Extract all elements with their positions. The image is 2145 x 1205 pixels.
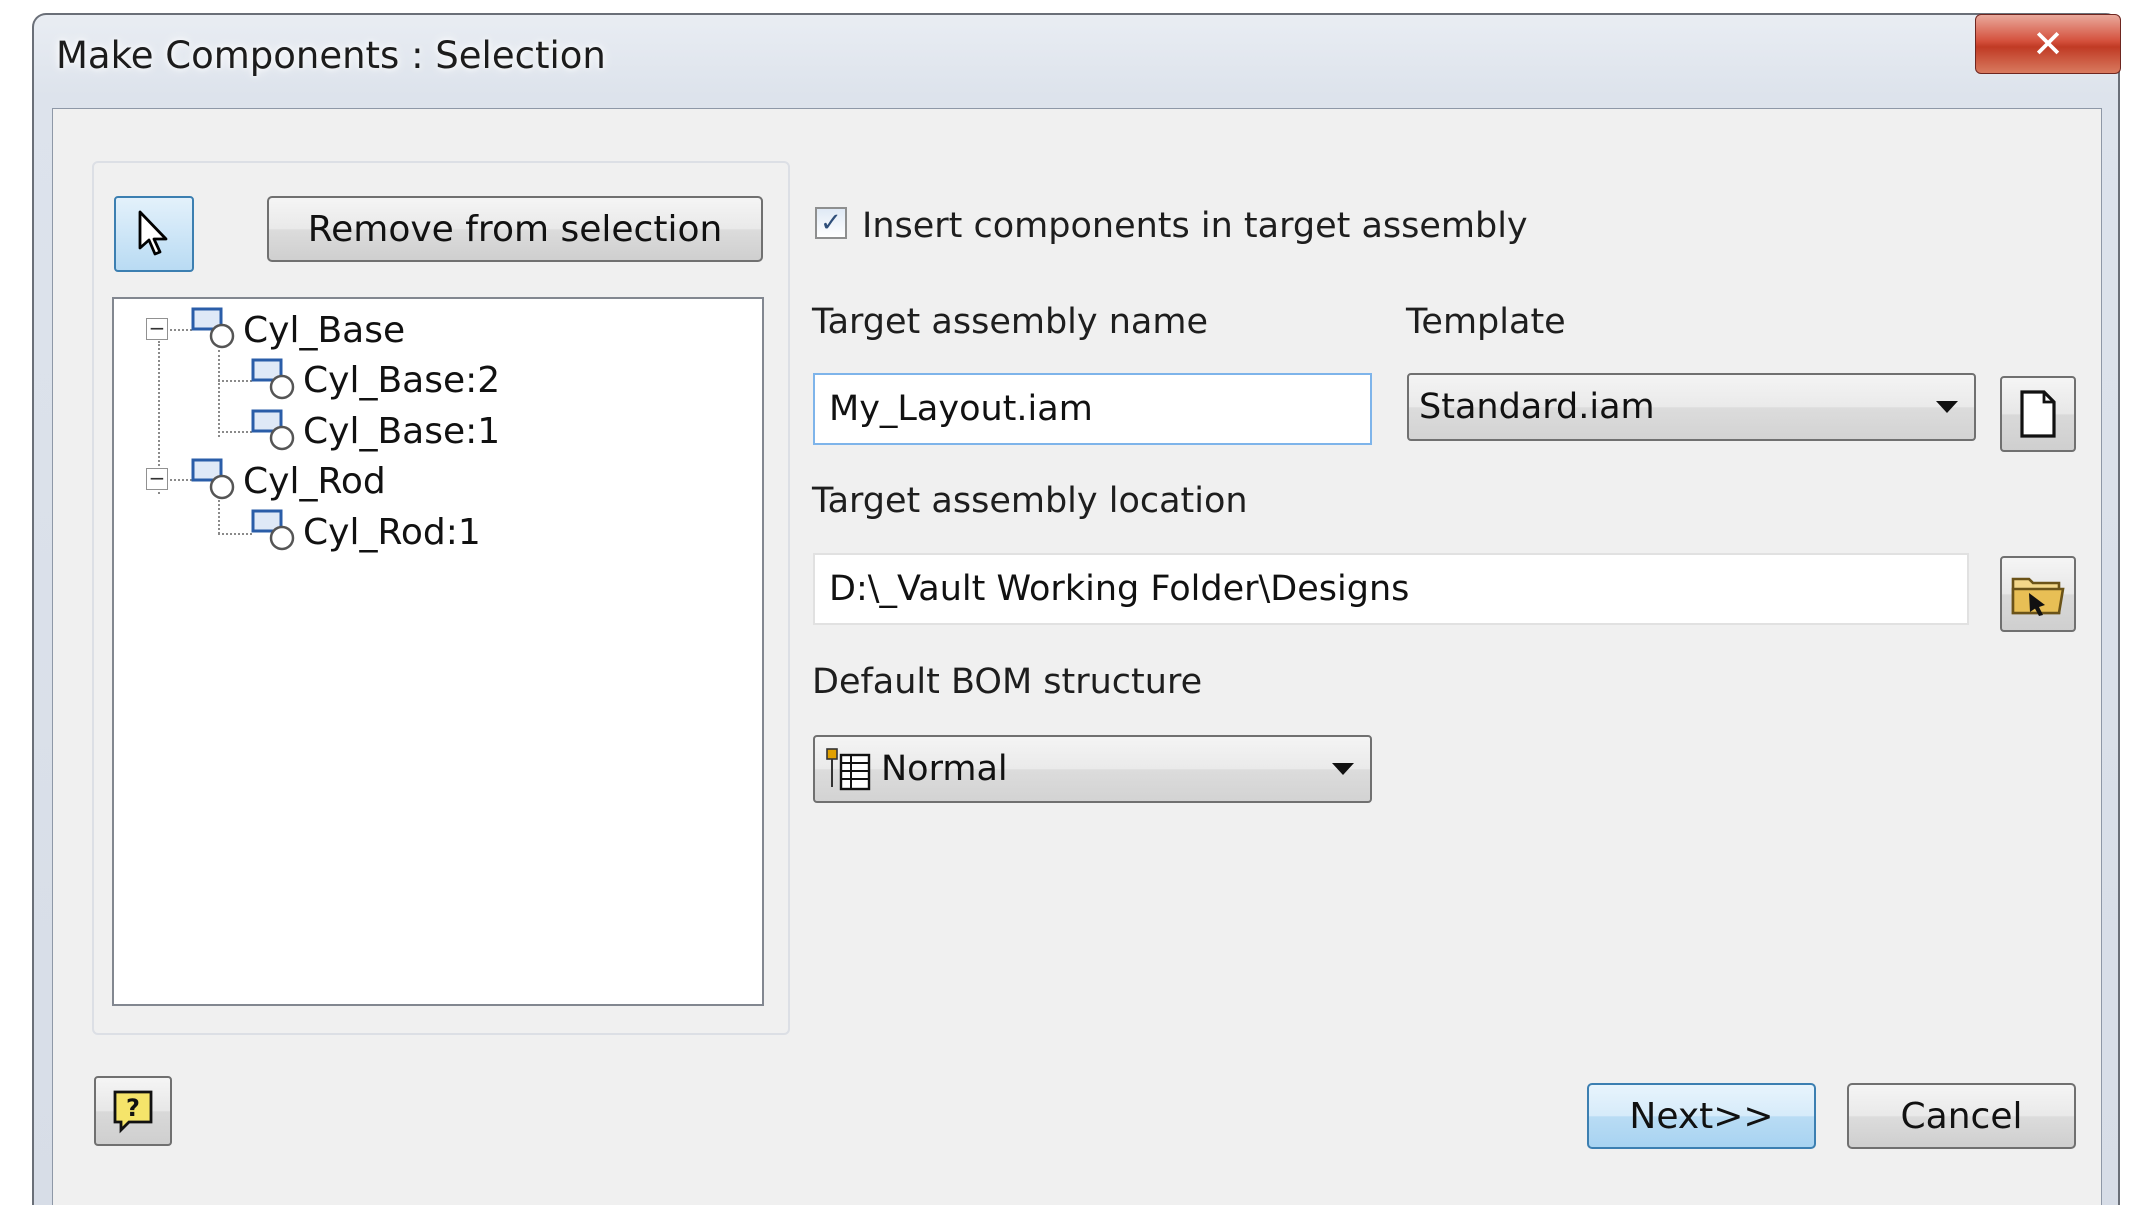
- collapse-icon[interactable]: −: [146, 318, 168, 340]
- select-tool-button[interactable]: [114, 196, 194, 272]
- help-icon: ?: [113, 1090, 153, 1134]
- tree-connector: [218, 500, 220, 534]
- insert-components-label: Insert components in target assembly: [862, 206, 1528, 246]
- close-icon: ✕: [2032, 22, 2064, 66]
- cancel-button[interactable]: Cancel: [1847, 1083, 2076, 1149]
- help-button[interactable]: ?: [94, 1076, 172, 1146]
- assembly-icon: [191, 458, 235, 500]
- chevron-down-icon: [1332, 763, 1354, 775]
- default-bom-structure-label: Default BOM structure: [812, 662, 1203, 702]
- bom-structure-value: Normal: [881, 749, 1008, 789]
- next-button[interactable]: Next>>: [1587, 1083, 1816, 1149]
- component-tree[interactable]: [112, 297, 764, 1006]
- target-assembly-name-label: Target assembly name: [812, 302, 1208, 342]
- target-assembly-location-input[interactable]: D:\_Vault Working Folder\Designs: [813, 553, 1969, 625]
- template-label: Template: [1406, 302, 1566, 342]
- bom-structure-dropdown[interactable]: Normal: [813, 735, 1372, 803]
- tree-item-cyl-base-1[interactable]: Cyl_Base:1: [303, 411, 500, 452]
- dialog-title: Make Components : Selection: [56, 34, 606, 77]
- template-value: Standard.iam: [1419, 387, 1655, 427]
- tree-item-cyl-base[interactable]: Cyl_Base: [243, 310, 405, 351]
- remove-from-selection-button[interactable]: Remove from selection: [267, 196, 763, 262]
- tree-connector: [218, 350, 220, 437]
- tree-item-cyl-base-2[interactable]: Cyl_Base:2: [303, 360, 500, 401]
- tree-connector: [218, 380, 252, 382]
- insert-components-checkbox[interactable]: ✓: [815, 207, 847, 239]
- bom-normal-icon: [826, 748, 871, 791]
- document-icon: [2020, 390, 2056, 438]
- tree-item-cyl-rod[interactable]: Cyl_Rod: [243, 461, 386, 502]
- checkmark-icon: ✓: [820, 208, 842, 238]
- tree-item-cyl-rod-1[interactable]: Cyl_Rod:1: [303, 512, 481, 553]
- template-file-button[interactable]: [2000, 376, 2076, 452]
- pointer-arrow-icon: [138, 210, 168, 256]
- svg-text:?: ?: [126, 1094, 140, 1122]
- part-icon: [251, 358, 295, 400]
- collapse-icon[interactable]: −: [146, 468, 168, 490]
- target-assembly-location-label: Target assembly location: [812, 481, 1248, 521]
- tree-connector: [218, 431, 252, 433]
- close-button[interactable]: ✕: [1975, 14, 2121, 74]
- tree-connector: [170, 479, 192, 481]
- chevron-down-icon: [1936, 401, 1958, 413]
- template-dropdown[interactable]: Standard.iam: [1407, 373, 1976, 441]
- part-icon: [251, 409, 295, 451]
- assembly-icon: [191, 307, 235, 349]
- tree-connector: [218, 533, 252, 535]
- tree-connector: [170, 329, 192, 331]
- target-assembly-name-input[interactable]: My_Layout.iam: [813, 373, 1372, 445]
- part-icon: [251, 509, 295, 551]
- browse-location-button[interactable]: [2000, 556, 2076, 632]
- folder-browse-icon: [2011, 577, 2065, 616]
